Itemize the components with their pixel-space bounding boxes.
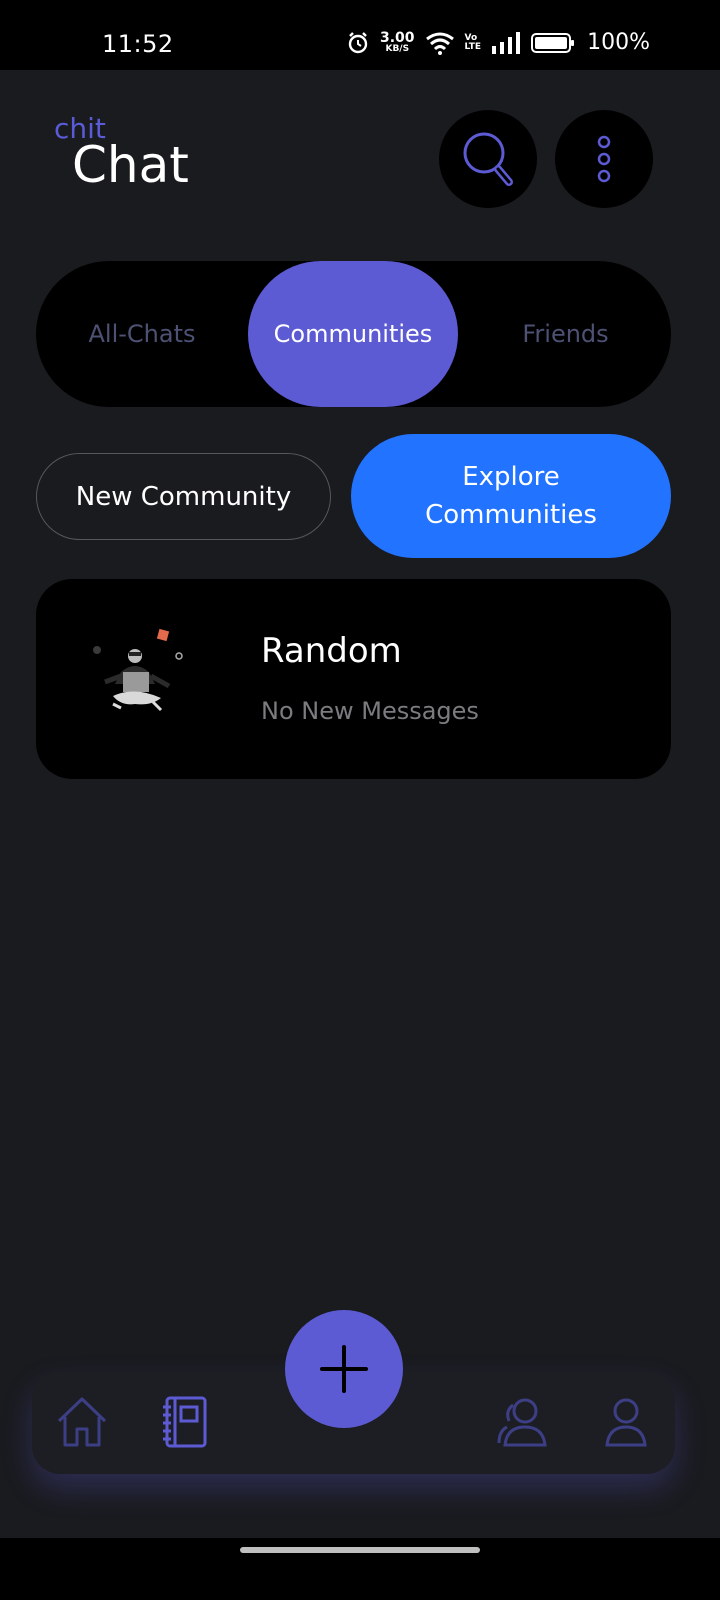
status-bar: 11:52 3.00 KB/S Vo LTE 100% <box>0 0 720 70</box>
nav-profile[interactable] <box>598 1394 654 1450</box>
status-time: 11:52 <box>102 30 174 58</box>
tab-communities[interactable]: Communities <box>248 261 458 407</box>
add-button[interactable] <box>285 1310 403 1428</box>
community-card[interactable]: Random No New Messages <box>36 579 671 779</box>
add-icon <box>320 1345 368 1393</box>
wifi-icon <box>425 32 454 55</box>
battery-icon <box>531 32 575 53</box>
status-icons: 3.00 KB/S Vo LTE 100% <box>346 30 650 55</box>
battery-percent: 100% <box>587 30 650 55</box>
search-icon <box>463 132 513 186</box>
signal-icon <box>492 31 521 54</box>
nav-contacts[interactable] <box>494 1394 550 1450</box>
home-icon <box>57 1397 107 1447</box>
explore-label-line2: Communities <box>425 500 597 530</box>
chat-tabs: All-Chats Communities Friends <box>36 261 671 407</box>
profile-icon <box>605 1398 647 1447</box>
community-avatar <box>93 628 183 712</box>
community-status: No New Messages <box>261 697 479 725</box>
new-community-button[interactable]: New Community <box>36 453 331 540</box>
brand-title: Chat <box>72 136 189 194</box>
contacts-icon <box>497 1398 547 1447</box>
network-speed: 3.00 KB/S <box>380 30 415 54</box>
tab-all-chats[interactable]: All-Chats <box>36 261 248 407</box>
nav-notebook[interactable] <box>158 1394 214 1450</box>
notebook-icon <box>163 1396 207 1448</box>
search-button[interactable] <box>439 110 537 208</box>
community-name: Random <box>261 631 402 671</box>
home-gesture-bar[interactable] <box>240 1547 480 1553</box>
screen: 11:52 3.00 KB/S Vo LTE 100% chit Chat Al… <box>0 0 720 1600</box>
tab-friends[interactable]: Friends <box>460 261 671 407</box>
explore-label-line1: Explore <box>462 462 560 492</box>
more-options-button[interactable] <box>555 110 653 208</box>
explore-communities-button[interactable]: Explore Communities <box>351 434 671 558</box>
more-vertical-icon <box>597 135 611 183</box>
volte-indicator: Vo LTE <box>464 32 482 52</box>
alarm-icon <box>348 31 368 53</box>
nav-home[interactable] <box>54 1394 110 1450</box>
